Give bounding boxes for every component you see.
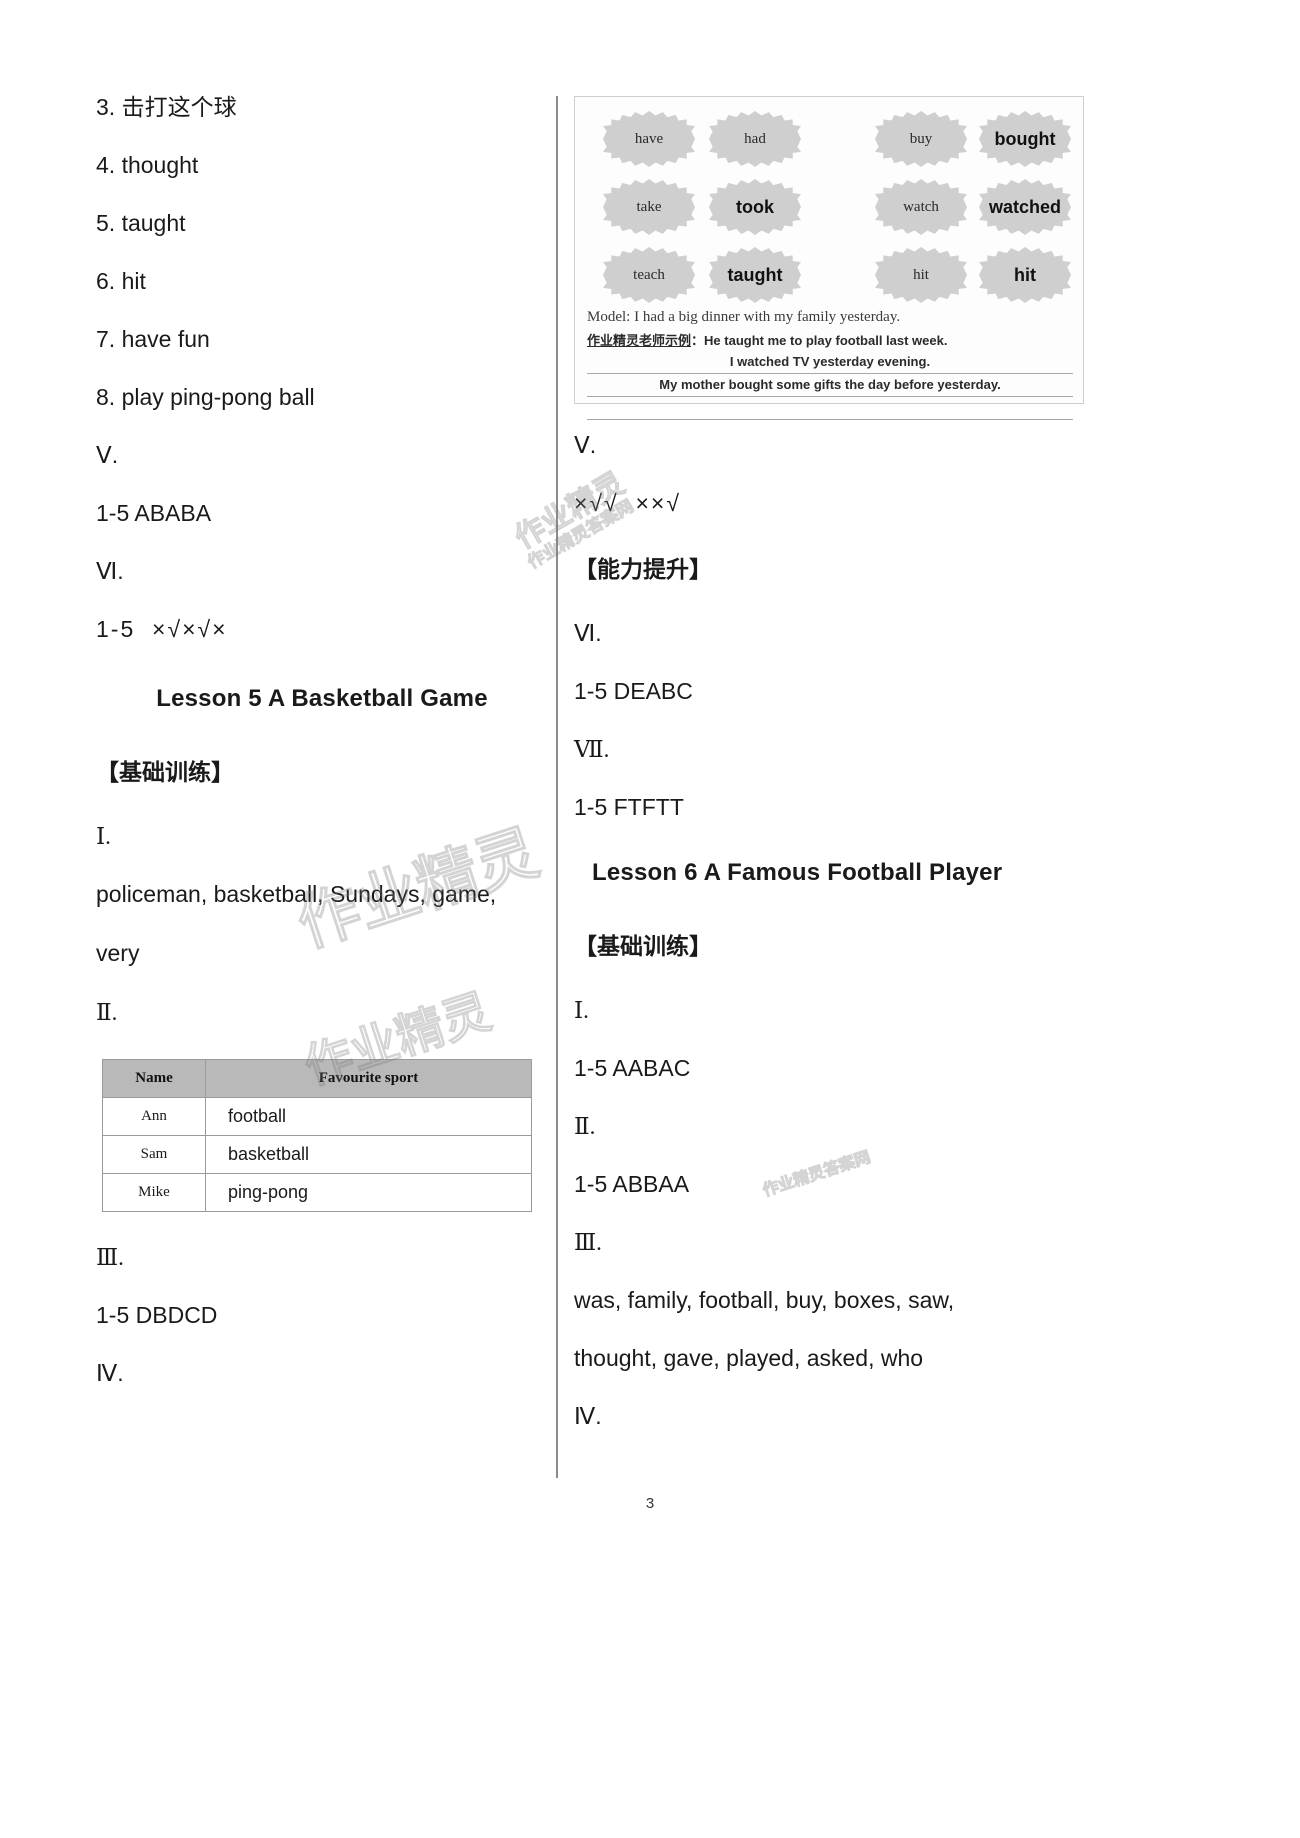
section-label-vi: Ⅵ. (574, 620, 602, 646)
answer-item: 5. taught (96, 210, 186, 236)
section-label-iii: Ⅲ. (574, 1230, 602, 1255)
section-i-words-line-2: very (96, 940, 140, 966)
word-badge-label: hit (1014, 264, 1036, 285)
column-divider (556, 96, 558, 1478)
section-label-iv: Ⅳ. (96, 1360, 124, 1386)
section-i-words-line-1: policeman, basketball, Sundays, game, (96, 881, 497, 907)
section-answer-v: ×√√ ××√ (574, 490, 681, 516)
column-header-sport: Favourite sport (205, 1059, 532, 1098)
word-badge-answer: hit (979, 247, 1071, 303)
word-badge-answer: watched (979, 179, 1071, 235)
answer-item: 3. 击打这个球 (96, 94, 237, 120)
section-answer-i: 1-5 AABAC (574, 1055, 691, 1081)
model-sentence-block: Model: I had a big dinner with my family… (587, 309, 1073, 420)
cell-name: Ann (102, 1097, 206, 1136)
word-badge: had (709, 111, 801, 167)
basic-training-heading: 【基础训练】 (96, 760, 234, 786)
section-iii-words-line-2: thought, gave, played, asked, who (574, 1345, 924, 1371)
section-label-i: Ⅰ. (574, 998, 589, 1023)
word-badge-label: bought (994, 128, 1056, 149)
written-answer-line: I watched TV yesterday evening. (587, 351, 1073, 374)
word-badge: watch (875, 179, 967, 235)
answer-item: 4. thought (96, 152, 199, 178)
column-header-name: Name (102, 1059, 206, 1098)
word-badge-label: take (636, 198, 662, 215)
teacher-example-label: 作业精灵老师示例 (587, 334, 692, 349)
word-badge-answer: took (709, 179, 801, 235)
left-column: 3. 击打这个球 4. thought 5. taught 6. hit 7. … (96, 96, 548, 1420)
section-label-v: Ⅴ. (96, 442, 119, 468)
word-badge-label: hit (913, 266, 929, 283)
section-iii-words-line-1: was, family, football, buy, boxes, saw, (574, 1287, 955, 1313)
word-badge-label: taught (727, 264, 783, 285)
table-body: Ann football Sam basketball Mike ping-po… (102, 1097, 532, 1212)
cell-sport: football (205, 1097, 532, 1136)
word-badge: hit (875, 247, 967, 303)
word-badge-label: teach (633, 266, 665, 283)
section-label-iv: Ⅳ. (574, 1403, 602, 1429)
word-badge-label: watched (988, 196, 1062, 217)
table-header-row: Name Favourite sport (102, 1059, 532, 1098)
blank-answer-line (587, 397, 1073, 420)
teacher-example-separator: ： (691, 333, 705, 348)
word-badge-label: watch (903, 198, 939, 215)
table-row: Mike ping-pong (102, 1173, 532, 1212)
section-answer-vii: 1-5 FTFTT (574, 794, 684, 820)
section-label-v: Ⅴ. (574, 432, 597, 458)
section-label-iii: Ⅲ. (96, 1245, 124, 1270)
table-row: Ann football (102, 1097, 532, 1136)
word-badge: have (603, 111, 695, 167)
section-label-vi: Ⅵ. (96, 558, 124, 584)
word-badge: buy (875, 111, 967, 167)
word-badge-answer: bought (979, 111, 1071, 167)
section-label-ii: Ⅱ. (96, 1000, 118, 1025)
section-label-i: Ⅰ. (96, 824, 111, 849)
favourite-sport-table: Name Favourite sport Ann football Sam ba… (102, 1059, 532, 1212)
word-badge: teach (603, 247, 695, 303)
word-badge-label: took (736, 196, 774, 217)
section-answer-vi: 1-5 ×√×√× (96, 616, 228, 642)
teacher-example-sentence: He taught me to play football last week. (704, 333, 948, 348)
basic-training-heading: 【基础训练】 (574, 934, 712, 960)
cell-name: Mike (102, 1173, 206, 1212)
word-badge-answer: taught (709, 247, 801, 303)
table-row: Sam basketball (102, 1135, 532, 1174)
badge-grid: have had buy bought take took watch watc… (587, 107, 1073, 303)
answer-item: 8. play ping-pong ball (96, 384, 315, 410)
page-number: 3 (645, 1495, 655, 1512)
section-answer-v: 1-5 ABABA (96, 500, 212, 526)
word-badge: take (603, 179, 695, 235)
word-badge-label: buy (909, 130, 933, 147)
ability-improvement-heading: 【能力提升】 (574, 557, 712, 583)
section-answer-ii: 1-5 ABBAA (574, 1171, 690, 1197)
word-badge-label: have (634, 130, 664, 147)
model-sentence: Model: I had a big dinner with my family… (587, 309, 901, 325)
lesson-5-title: Lesson 5 A Basketball Game (156, 685, 488, 712)
right-column: have had buy bought take took watch watc… (574, 96, 1094, 1463)
section-label-ii: Ⅱ. (574, 1114, 596, 1139)
section-label-vii: Ⅶ. (574, 737, 610, 762)
cell-sport: basketball (205, 1135, 532, 1174)
answer-item: 7. have fun (96, 326, 210, 352)
word-badge-label: had (744, 130, 766, 147)
lesson-6-title: Lesson 6 A Famous Football Player (592, 859, 1003, 886)
table-header: Name Favourite sport (102, 1059, 532, 1098)
written-answer-line: My mother bought some gifts the day befo… (587, 374, 1073, 397)
answer-key-page: 3. 击打这个球 4. thought 5. taught 6. hit 7. … (0, 0, 1300, 1838)
section-answer-iii: 1-5 DBDCD (96, 1302, 218, 1328)
cell-name: Sam (102, 1135, 206, 1174)
section-answer-vi: 1-5 DEABC (574, 678, 693, 704)
teacher-example-line: 作业精灵老师示例：He taught me to play football l… (587, 330, 1073, 349)
verb-pairs-figure: have had buy bought take took watch watc… (574, 96, 1084, 420)
answer-item: 6. hit (96, 268, 146, 294)
cell-sport: ping-pong (205, 1173, 532, 1212)
